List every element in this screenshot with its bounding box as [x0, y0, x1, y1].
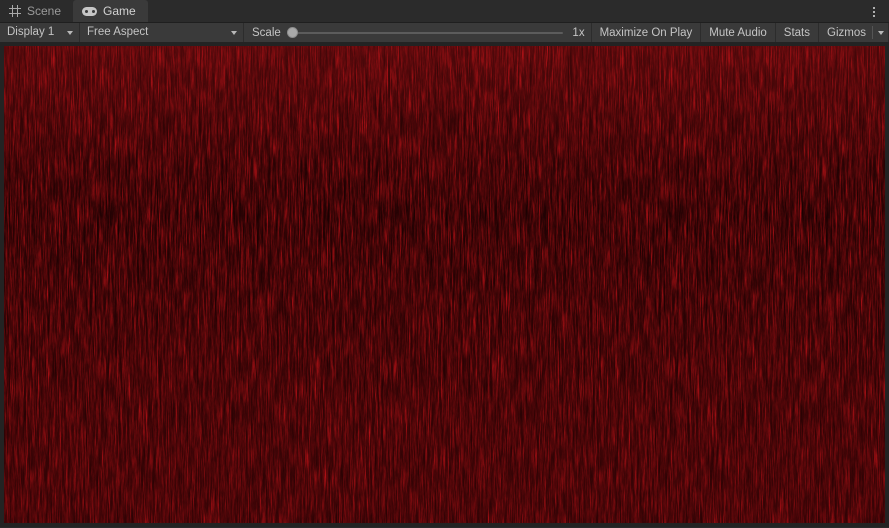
scale-slider-track	[286, 31, 563, 34]
tab-game-label: Game	[103, 4, 136, 18]
maximize-on-play-label: Maximize On Play	[599, 26, 693, 39]
stats-button[interactable]: Stats	[776, 23, 820, 42]
tab-scene-label: Scene	[27, 4, 62, 18]
aspect-ratio-label: Free Aspect	[87, 25, 149, 38]
chevron-down-icon	[231, 30, 237, 35]
display-dropdown-label: Display 1	[7, 25, 55, 38]
scale-label: Scale	[252, 26, 281, 39]
chevron-down-icon[interactable]	[878, 30, 884, 35]
kebab-dot	[873, 11, 875, 13]
aspect-ratio-dropdown[interactable]: Free Aspect	[80, 23, 244, 42]
game-render-surface[interactable]	[4, 46, 885, 523]
gizmos-label: Gizmos	[827, 26, 866, 39]
tab-game[interactable]: Game	[73, 0, 148, 22]
game-view-toolbar: Display 1 Free Aspect Scale 1x Maximize …	[0, 23, 889, 43]
tab-scene[interactable]: Scene	[0, 0, 74, 22]
stats-label: Stats	[783, 26, 811, 39]
display-dropdown[interactable]: Display 1	[0, 23, 80, 42]
mute-audio-button[interactable]: Mute Audio	[701, 23, 776, 42]
game-view-viewport[interactable]	[0, 43, 889, 527]
unity-game-view-window: Scene Game Display 1 Free Aspect Scale 1…	[0, 0, 889, 528]
red-noise-fur-texture	[4, 46, 885, 523]
tab-bar: Scene Game	[0, 0, 889, 23]
gizmos-separator	[872, 26, 873, 39]
gamepad-icon	[82, 6, 98, 16]
grid-icon	[9, 5, 21, 17]
mute-audio-label: Mute Audio	[709, 26, 767, 39]
gizmos-button[interactable]: Gizmos	[819, 23, 889, 42]
maximize-on-play-button[interactable]: Maximize On Play	[592, 23, 702, 42]
scale-slider-handle[interactable]	[286, 27, 298, 38]
scale-value: 1x	[572, 26, 585, 39]
chevron-down-icon	[67, 30, 73, 35]
scale-slider[interactable]	[286, 27, 563, 39]
kebab-dot	[873, 15, 875, 17]
kebab-dot	[873, 7, 875, 9]
kebab-menu-icon[interactable]	[867, 4, 881, 20]
scale-control: Scale 1x	[244, 23, 592, 42]
